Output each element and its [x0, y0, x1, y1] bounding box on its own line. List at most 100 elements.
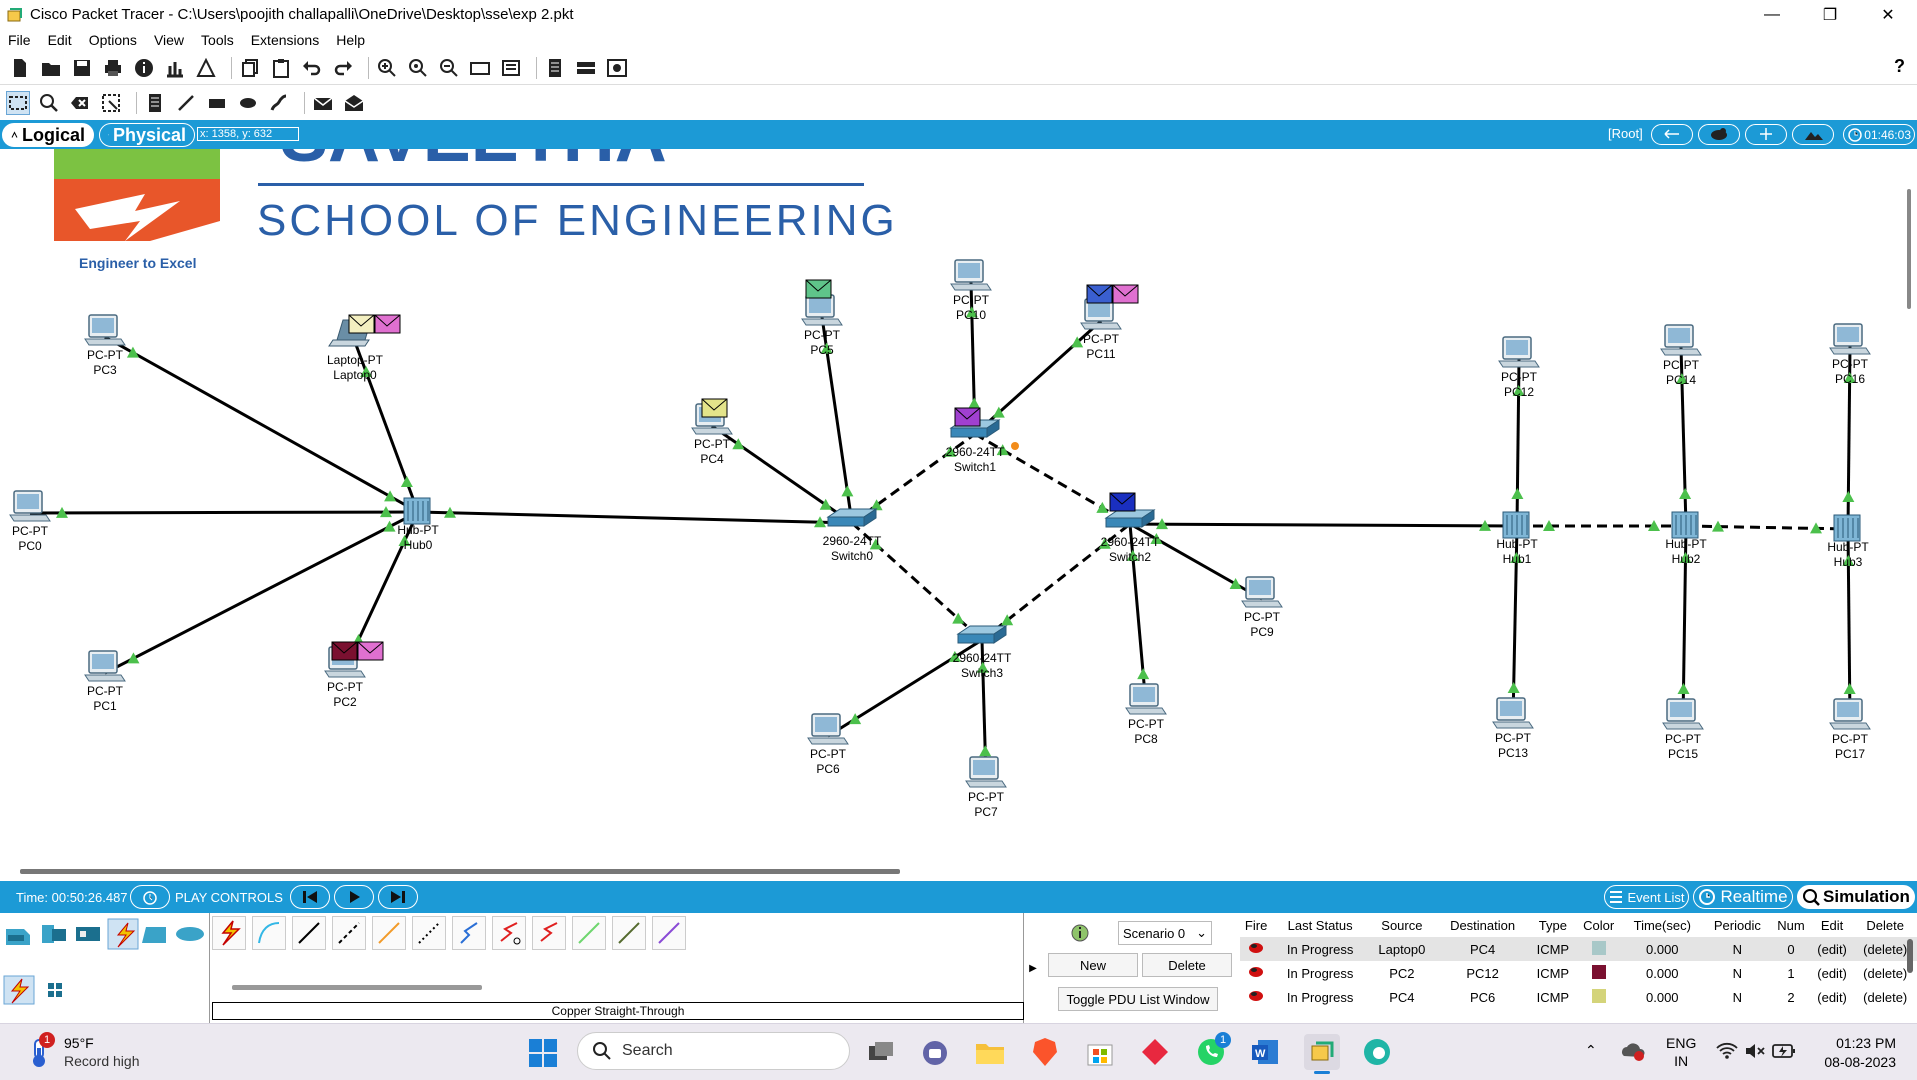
resize-shape-icon[interactable]	[99, 91, 123, 115]
ipc-icon[interactable]	[605, 56, 629, 80]
device-hub0[interactable]: Hub-PTHub0	[397, 497, 439, 552]
maximize-button[interactable]: ❐	[1801, 0, 1859, 29]
menu-options[interactable]: Options	[89, 32, 137, 48]
draw-rectangle-icon[interactable]	[205, 91, 229, 115]
device-pc9[interactable]: PC-PTPC9	[1241, 576, 1283, 639]
scenario-info-icon[interactable]	[1070, 923, 1090, 943]
inspect-icon[interactable]	[37, 91, 61, 115]
network-info-icon[interactable]	[194, 56, 218, 80]
help-icon[interactable]: ?	[1894, 56, 1905, 77]
device-pc17[interactable]: PC-PTPC17	[1829, 698, 1871, 761]
back-button[interactable]	[1651, 124, 1693, 145]
phone-connection-icon[interactable]	[412, 916, 446, 950]
language-indicator[interactable]: ENG IN	[1666, 1034, 1696, 1070]
edge-browser-icon[interactable]	[1362, 1037, 1392, 1070]
whatsapp-icon[interactable]: 1	[1195, 1032, 1231, 1071]
viewport-clock[interactable]: 01:46:03	[1843, 124, 1915, 145]
volume-muted-icon[interactable]	[1744, 1042, 1766, 1063]
event-list-button[interactable]: Event List	[1604, 885, 1689, 909]
pdu-envelope-icon[interactable]	[954, 407, 981, 427]
file-explorer-icon[interactable]	[974, 1038, 1006, 1071]
fire-indicator-icon[interactable]	[1248, 990, 1264, 1002]
fire-cell[interactable]	[1240, 961, 1272, 985]
miscellaneous-category-icon[interactable]	[142, 927, 166, 943]
device-pc13[interactable]: PC-PTPC13	[1492, 697, 1534, 760]
git-app-icon[interactable]	[1140, 1037, 1170, 1070]
add-complex-pdu-icon[interactable]	[342, 91, 366, 115]
weather-widget[interactable]: 1 95°F Record high	[22, 1032, 152, 1072]
octal-connection-icon[interactable]	[572, 916, 606, 950]
network-devices-category-icon[interactable]	[6, 929, 30, 945]
fiber-connection-icon[interactable]	[372, 916, 406, 950]
device-hub1[interactable]: Hub-PTHub1	[1496, 511, 1538, 566]
vertical-scrollbar[interactable]	[1900, 149, 1917, 881]
step-forward-button[interactable]	[378, 885, 418, 909]
device-pc1[interactable]: PC-PTPC1	[84, 650, 126, 713]
activity-wizard-icon[interactable]	[163, 56, 187, 80]
step-back-button[interactable]	[290, 885, 330, 909]
connection-scroll-thumb[interactable]	[232, 985, 482, 990]
coaxial-connection-icon[interactable]	[452, 916, 486, 950]
info-icon[interactable]	[132, 56, 156, 80]
zoom-reset-icon[interactable]	[406, 56, 430, 80]
toggle-pdu-list-button[interactable]: Toggle PDU List Window	[1058, 987, 1218, 1011]
device-pc8[interactable]: PC-PTPC8	[1125, 683, 1167, 746]
device-switch0[interactable]: 2960-24TTSwitch0	[823, 508, 882, 563]
scenario-select[interactable]: Scenario 0 ⌄	[1118, 921, 1212, 945]
save-icon[interactable]	[70, 56, 94, 80]
device-hub2[interactable]: Hub-PTHub2	[1665, 511, 1707, 566]
device-switch1[interactable]: 2960-24TTSwitch1	[946, 419, 1005, 474]
copper-straight-through-icon[interactable]	[292, 916, 326, 950]
device-hub3[interactable]: Hub-PTHub3	[1827, 514, 1869, 569]
add-simple-pdu-icon[interactable]	[311, 91, 335, 115]
microsoft-store-icon[interactable]	[1085, 1037, 1115, 1070]
close-button[interactable]: ✕	[1859, 0, 1917, 29]
start-button[interactable]	[528, 1038, 558, 1068]
simulation-mode-button[interactable]: Simulation	[1797, 885, 1915, 909]
pdu-envelope-icon[interactable]	[374, 314, 401, 334]
select-icon[interactable]	[6, 90, 30, 115]
copper-cross-over-icon[interactable]	[332, 916, 366, 950]
wifi-icon[interactable]	[1716, 1042, 1738, 1063]
freeform-icon[interactable]	[267, 91, 291, 115]
battery-icon[interactable]	[1772, 1042, 1796, 1063]
onedrive-icon[interactable]	[1620, 1040, 1646, 1065]
components-category-icon[interactable]	[76, 927, 100, 941]
pdu-table-row[interactable]: In Progress PC2 PC12 ICMP 0.000 N 1 (edit) (dele…	[1240, 961, 1917, 985]
delete-scenario-button[interactable]: Delete	[1142, 953, 1232, 977]
vertical-scroll-thumb[interactable]	[1907, 189, 1911, 309]
menu-view[interactable]: View	[154, 32, 184, 48]
edit-link[interactable]: (edit)	[1811, 961, 1854, 985]
note-icon[interactable]	[543, 56, 567, 80]
menu-edit[interactable]: Edit	[48, 32, 72, 48]
menu-extensions[interactable]: Extensions	[251, 32, 319, 48]
menu-help[interactable]: Help	[336, 32, 365, 48]
pdu-envelope-icon[interactable]	[1112, 284, 1139, 304]
device-pc6[interactable]: PC-PTPC6	[807, 713, 849, 776]
console-connection-icon[interactable]	[252, 916, 286, 950]
pdu-table-scroll-thumb[interactable]	[1907, 939, 1913, 973]
edit-link[interactable]: (edit)	[1811, 985, 1854, 1009]
serial-dce-connection-icon[interactable]	[492, 916, 526, 950]
copy-icon[interactable]	[238, 56, 262, 80]
pdu-envelope-icon[interactable]	[805, 279, 832, 299]
show-hidden-icons-chevron[interactable]: ⌃	[1585, 1042, 1597, 1059]
reset-time-button[interactable]	[130, 885, 170, 909]
device-switch3[interactable]: 2960-24TTSwitch3	[953, 625, 1012, 680]
pdu-envelope-icon[interactable]	[331, 641, 358, 661]
multiuser-category-icon[interactable]	[176, 927, 204, 941]
pdu-envelope-icon[interactable]	[348, 314, 375, 334]
teams-chat-icon[interactable]	[920, 1038, 950, 1071]
delete-icon[interactable]	[68, 91, 92, 115]
device-pc15[interactable]: PC-PTPC15	[1662, 698, 1704, 761]
device-pc11[interactable]: PC-PTPC11	[1080, 298, 1122, 361]
connections-category-icon[interactable]	[107, 918, 139, 950]
move-object-button[interactable]	[1745, 124, 1787, 145]
pdu-table-row[interactable]: In Progress PC4 PC6 ICMP 0.000 N 2 (edit) (delet…	[1240, 985, 1917, 1009]
link-switch2-hub1[interactable]	[1129, 518, 1518, 531]
place-note-icon[interactable]	[143, 91, 167, 115]
fire-indicator-icon[interactable]	[1248, 966, 1264, 978]
brave-browser-icon[interactable]	[1030, 1036, 1060, 1071]
pdu-envelope-icon[interactable]	[701, 398, 728, 418]
print-icon[interactable]	[101, 56, 125, 80]
